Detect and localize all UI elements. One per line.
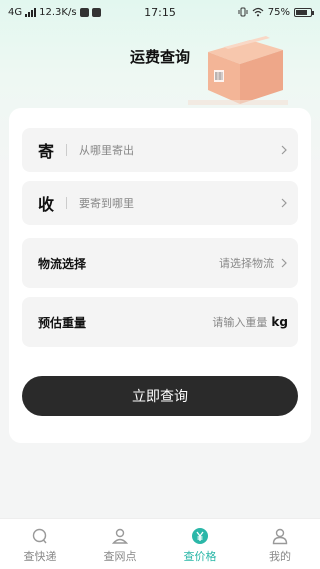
sender-placeholder: 从哪里寄出 bbox=[79, 144, 134, 157]
tab-label: 我的 bbox=[269, 550, 291, 563]
divider bbox=[66, 197, 67, 209]
logistics-label: 物流选择 bbox=[38, 256, 87, 271]
tab-track-express[interactable]: 查快递 bbox=[0, 519, 80, 569]
tab-label: 查网点 bbox=[103, 550, 137, 563]
battery-percent: 75% bbox=[267, 6, 290, 18]
sender-address-field[interactable]: 寄 从哪里寄出 bbox=[22, 128, 298, 172]
yen-icon bbox=[192, 528, 208, 544]
status-bar: 4G 12.3K/s 17:15 75% bbox=[0, 0, 320, 24]
sender-label: 寄 bbox=[38, 142, 55, 161]
weight-unit: kg bbox=[271, 315, 288, 329]
freight-query-card: 寄 从哪里寄出 收 要寄到哪里 物流选择 请选择物流 预估重量 请输入重量 kg… bbox=[9, 108, 311, 443]
signal-icon bbox=[25, 7, 37, 17]
chevron-right-icon bbox=[281, 258, 287, 268]
weight-placeholder[interactable]: 请输入重量 bbox=[212, 314, 267, 330]
package-box-illustration bbox=[188, 36, 288, 105]
query-now-button[interactable]: 立即查询 bbox=[22, 376, 298, 416]
receiver-placeholder: 要寄到哪里 bbox=[79, 197, 134, 210]
weight-input-field[interactable]: 预估重量 请输入重量 kg bbox=[22, 297, 298, 347]
tab-label: 查价格 bbox=[183, 550, 217, 563]
tab-profile[interactable]: 我的 bbox=[240, 519, 320, 569]
receiver-label: 收 bbox=[38, 195, 55, 214]
search-icon bbox=[32, 528, 47, 544]
chevron-right-icon bbox=[281, 145, 287, 155]
receiver-address-field[interactable]: 收 要寄到哪里 bbox=[22, 181, 298, 225]
divider bbox=[66, 144, 67, 156]
battery-icon bbox=[294, 7, 314, 17]
location-person-icon bbox=[111, 528, 129, 544]
user-icon bbox=[272, 528, 288, 545]
network-type: 4G bbox=[8, 6, 23, 18]
chevron-right-icon bbox=[281, 198, 287, 208]
network-speed: 12.3K/s bbox=[39, 6, 77, 18]
app-notification-icon-2 bbox=[91, 7, 101, 17]
vibrate-icon bbox=[238, 7, 248, 17]
logistics-hint: 请选择物流 bbox=[219, 257, 274, 270]
bottom-tab-bar: 查快递 查网点 查价格 我的 bbox=[0, 518, 320, 569]
tab-find-outlet[interactable]: 查网点 bbox=[80, 519, 160, 569]
logistics-select-field[interactable]: 物流选择 请选择物流 bbox=[22, 238, 298, 288]
tab-label: 查快递 bbox=[23, 550, 57, 563]
weight-label: 预估重量 bbox=[38, 315, 87, 330]
app-notification-icon bbox=[79, 7, 89, 17]
tab-check-price[interactable]: 查价格 bbox=[160, 519, 240, 569]
wifi-icon bbox=[252, 7, 264, 17]
